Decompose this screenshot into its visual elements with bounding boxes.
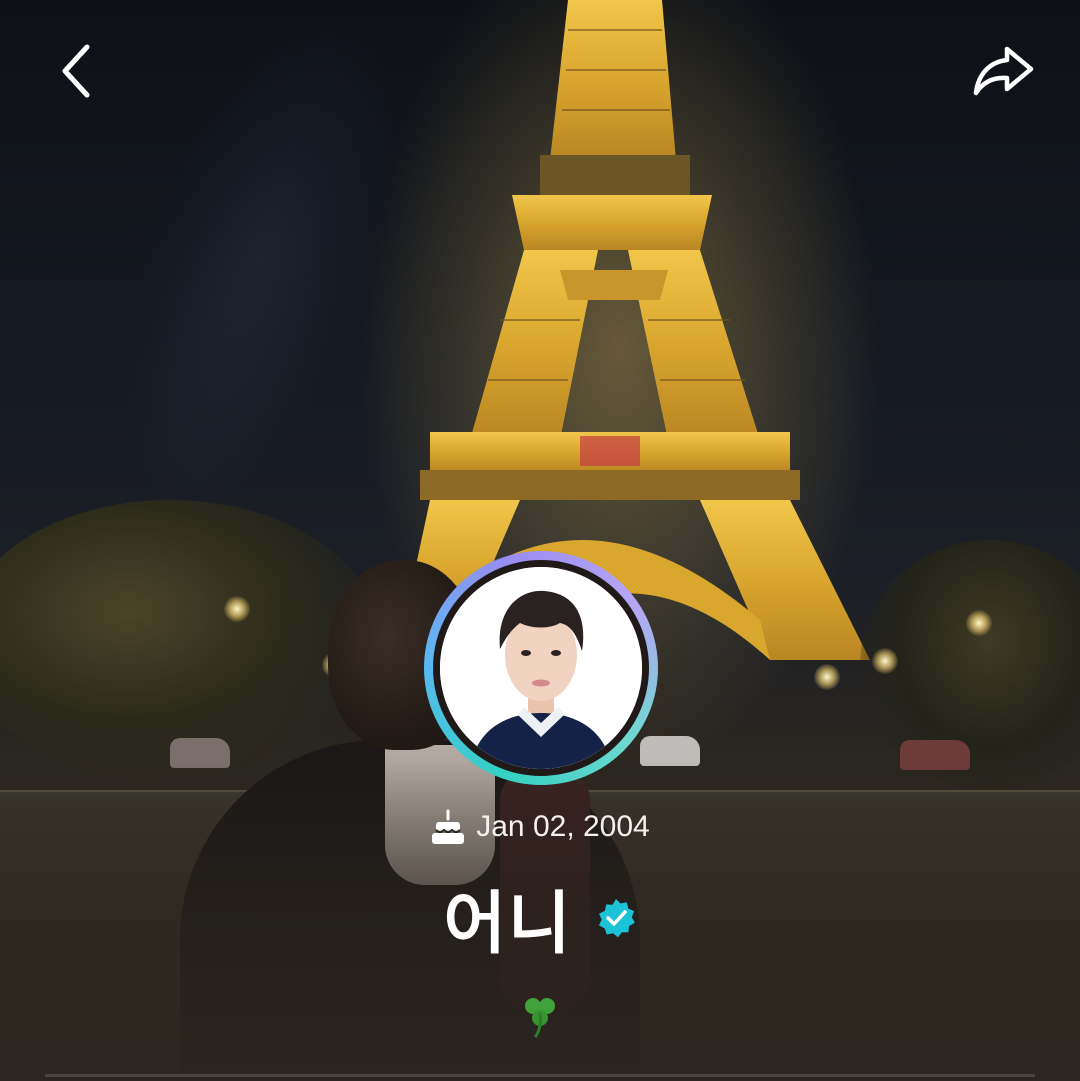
share-button[interactable]: [968, 36, 1038, 106]
birthday-row: Jan 02, 2004: [0, 808, 1080, 846]
chevron-left-icon: [62, 44, 90, 98]
clover-icon: [525, 998, 555, 1038]
birthday-text: Jan 02, 2004: [476, 810, 650, 843]
section-divider: [45, 1074, 1035, 1077]
status-message: [0, 994, 1080, 1038]
cake-icon: [432, 809, 465, 844]
name-row: 어니: [0, 868, 1080, 967]
avatar-photo: [440, 567, 642, 769]
back-button[interactable]: [42, 36, 112, 106]
profile-name: 어니: [443, 885, 573, 964]
profile-avatar[interactable]: [424, 551, 658, 785]
verified-badge-icon: [598, 898, 635, 937]
profile-screen: Jan 02, 2004 어니: [0, 0, 1080, 1081]
share-arrow-icon: [973, 46, 1034, 96]
